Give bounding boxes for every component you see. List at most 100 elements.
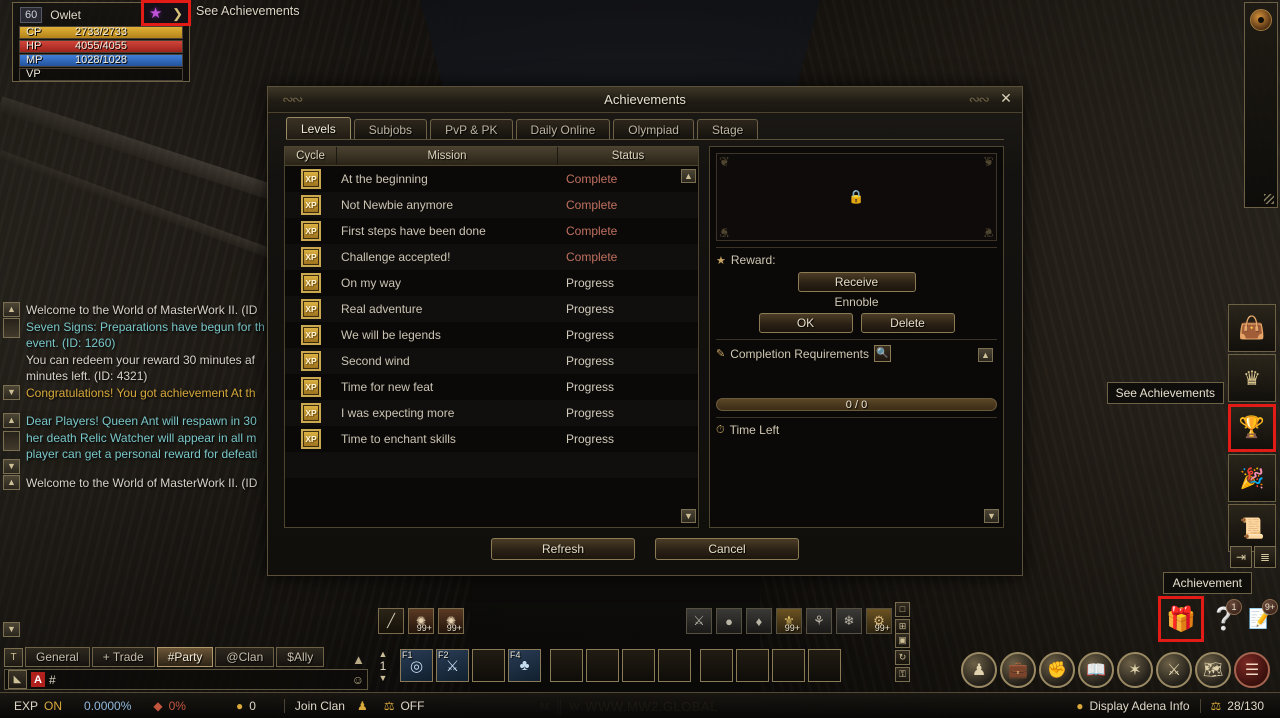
chat-scroll-down-1[interactable]: ▼ bbox=[3, 385, 20, 400]
refresh-icon[interactable]: ↻ bbox=[895, 650, 910, 665]
chat-tab-ally[interactable]: $Ally bbox=[276, 647, 325, 667]
skill-slot-10[interactable] bbox=[736, 649, 769, 682]
tab-stage[interactable]: Stage bbox=[696, 119, 759, 139]
tab-olympiad[interactable]: Olympiad bbox=[613, 119, 694, 139]
receive-button[interactable]: Receive bbox=[797, 272, 916, 292]
right-shortcut-bar[interactable]: 👜 ♛ 🏆 🎉 📜 bbox=[1228, 304, 1276, 554]
highlight-star-box[interactable]: ★ ❯ bbox=[141, 0, 191, 26]
hotbar-controls-top[interactable]: □ ⊞ bbox=[895, 602, 910, 634]
right-icon-quests[interactable]: 📜 bbox=[1228, 504, 1276, 552]
consumable-bar[interactable]: ⚔ ● ♦ ⚜ 99+ ⚘ ❄ ⚙ 99+ bbox=[686, 608, 892, 634]
right-icon-achievements[interactable]: 🏆 bbox=[1228, 404, 1276, 452]
clan-icon-wrap[interactable]: ♟ bbox=[357, 699, 368, 713]
table-row[interactable]: XP Challenge accepted! Complete bbox=[285, 244, 698, 270]
skill-slot-11[interactable] bbox=[772, 649, 805, 682]
minimap-panel[interactable] bbox=[1244, 2, 1278, 208]
consumable-slot-6[interactable]: ❄ bbox=[836, 608, 862, 634]
refresh-button[interactable]: Refresh bbox=[491, 538, 635, 560]
right-icon-bag[interactable]: 👜 bbox=[1228, 304, 1276, 352]
inventory-status[interactable]: ⚖ 28/130 bbox=[1211, 699, 1264, 713]
achievement-tray[interactable]: 🎁 ❔ 1 📝 9+ bbox=[1158, 596, 1278, 642]
column-header-status[interactable]: Status bbox=[558, 147, 698, 165]
skillbar-page-control[interactable]: ▲ 1 ▼ bbox=[372, 649, 394, 683]
tab-levels[interactable]: Levels bbox=[286, 117, 351, 139]
right-bar-controls[interactable]: ⇥ ≣ bbox=[1230, 546, 1276, 568]
skill-slot-8[interactable] bbox=[658, 649, 691, 682]
menu-skills-button[interactable]: 📖 bbox=[1078, 652, 1114, 688]
menu-inventory-button[interactable]: 💼 bbox=[1000, 652, 1036, 688]
delete-button[interactable]: Delete bbox=[860, 313, 955, 333]
smiley-icon[interactable]: ☺ bbox=[352, 673, 364, 687]
chat-scroll-up-2[interactable]: ▲ bbox=[3, 413, 20, 428]
chat-scroll-thumb-1[interactable] bbox=[3, 318, 20, 338]
help-button[interactable]: ❔ 1 bbox=[1208, 599, 1242, 639]
table-row[interactable]: XP On my way Progress bbox=[285, 270, 698, 296]
chat-panel[interactable]: T General + Trade #Party @Clan $Ally ▲ ◣… bbox=[4, 645, 368, 690]
main-menu-bar[interactable]: ♟ 💼 ✊ 📖 ✶ ⚔ 🗺 ☰ bbox=[961, 652, 1270, 688]
menu-main-button[interactable]: ☰ bbox=[1234, 652, 1270, 688]
exp-status[interactable]: EXP ON bbox=[14, 699, 62, 713]
display-adena-info[interactable]: ● Display Adena Info bbox=[1076, 699, 1189, 713]
skill-slot-f2[interactable]: F2 ⚔ bbox=[436, 649, 469, 682]
consumable-slot-7[interactable]: ⚙ 99+ bbox=[866, 608, 892, 634]
table-row[interactable]: XP First steps have been done Complete bbox=[285, 218, 698, 244]
table-row[interactable]: XP Real adventure Progress bbox=[285, 296, 698, 322]
menu-quest-button[interactable]: ✶ bbox=[1117, 652, 1153, 688]
consumable-slot-5[interactable]: ⚘ bbox=[806, 608, 832, 634]
chat-tab-clan[interactable]: @Clan bbox=[215, 647, 275, 667]
consumable-slot-3[interactable]: ♦ bbox=[746, 608, 772, 634]
quick-slot-firework-2[interactable]: ✺ 99+ bbox=[438, 608, 464, 634]
text-format-icon[interactable]: T bbox=[4, 648, 23, 667]
add-row-icon[interactable]: ⊞ bbox=[895, 619, 910, 634]
menu-map-button[interactable]: 🗺 bbox=[1195, 652, 1231, 688]
column-header-mission[interactable]: Mission bbox=[337, 147, 558, 165]
skill-slot-f4[interactable]: F4 ♣ bbox=[508, 649, 541, 682]
quick-item-bar[interactable]: ╱ ✺ 99+ ✺ 99+ bbox=[378, 608, 464, 634]
mission-table[interactable]: Cycle Mission Status XP At the beginning… bbox=[284, 146, 699, 528]
chat-tab-trade[interactable]: + Trade bbox=[91, 647, 155, 667]
menu-clan-button[interactable]: ⚔ bbox=[1156, 652, 1192, 688]
table-row[interactable]: XP Second wind Progress bbox=[285, 348, 698, 374]
quick-slot-pen[interactable]: ╱ bbox=[378, 608, 404, 634]
consumable-slot-4[interactable]: ⚜ 99+ bbox=[776, 608, 802, 634]
square-icon[interactable]: □ bbox=[895, 602, 910, 617]
tab-daily-online[interactable]: Daily Online bbox=[515, 119, 611, 139]
expand-icon[interactable]: ▣ bbox=[895, 633, 910, 648]
chat-mode-icon[interactable]: ◣ bbox=[8, 670, 27, 689]
menu-character-button[interactable]: ♟ bbox=[961, 652, 997, 688]
right-icon-events[interactable]: 🎉 bbox=[1228, 454, 1276, 502]
skill-hotbar[interactable]: F1 ◎ F2 ⚔ F4 ♣ bbox=[400, 649, 841, 682]
arrow-right-bar-icon[interactable]: ⇥ bbox=[1230, 546, 1252, 568]
pk-status[interactable]: ⚖ OFF bbox=[384, 699, 425, 713]
achievement-detail-panel[interactable]: ❦ ❦ ❦ ❦ 🔒 ★ Reward: Receive Ennoble OK D… bbox=[709, 146, 1004, 528]
achievement-gift-button[interactable]: 🎁 bbox=[1158, 596, 1204, 642]
menu-action-button[interactable]: ✊ bbox=[1039, 652, 1075, 688]
chat-scroll-up-3[interactable]: ▲ bbox=[3, 474, 20, 490]
dialog-title-bar[interactable]: ∾∾ Achievements ∾∾ ✕ bbox=[268, 87, 1022, 113]
table-row[interactable]: XP Time to enchant skills Progress bbox=[285, 426, 698, 452]
skill-slot-3[interactable] bbox=[472, 649, 505, 682]
ok-button[interactable]: OK bbox=[758, 313, 853, 333]
bottom-status-bar[interactable]: EXP ON 0.0000% ◆ 0% ● 0 Join Clan ♟ ⚖ OF… bbox=[0, 692, 1280, 718]
table-row[interactable]: XP Not Newbie anymore Complete bbox=[285, 192, 698, 218]
chevron-right-icon[interactable]: ❯ bbox=[172, 7, 183, 20]
chat-scroll-down-3[interactable]: ▼ bbox=[3, 622, 20, 637]
mail-button[interactable]: 📝 9+ bbox=[1244, 599, 1278, 639]
detail-scroll-down[interactable]: ▼ bbox=[984, 509, 999, 523]
close-icon[interactable]: ✕ bbox=[998, 91, 1014, 107]
hotbar-controls-bottom[interactable]: ▣ ↻ ⚿ bbox=[895, 633, 910, 682]
skill-slot-12[interactable] bbox=[808, 649, 841, 682]
right-icon-olympiad[interactable]: ♛ bbox=[1228, 354, 1276, 402]
tab-subjobs[interactable]: Subjobs bbox=[353, 119, 428, 139]
compass-eye-icon[interactable] bbox=[1250, 9, 1272, 31]
table-scroll-up[interactable]: ▲ bbox=[681, 169, 696, 183]
table-row[interactable]: XP Time for new feat Progress bbox=[285, 374, 698, 400]
chevron-up-icon[interactable]: ▲ bbox=[379, 649, 388, 659]
consumable-slot-2[interactable]: ● bbox=[716, 608, 742, 634]
chat-input-row[interactable]: ◣ A # ☺ bbox=[4, 669, 368, 690]
join-clan-button[interactable]: Join Clan bbox=[295, 699, 345, 713]
chat-tab-general[interactable]: General bbox=[25, 647, 90, 667]
magnifier-icon[interactable]: 🔍 bbox=[873, 345, 891, 362]
chat-log[interactable]: ▲ ▼ Welcome to the World of MasterWork I… bbox=[0, 300, 272, 640]
resize-grip-icon[interactable] bbox=[1264, 194, 1274, 204]
